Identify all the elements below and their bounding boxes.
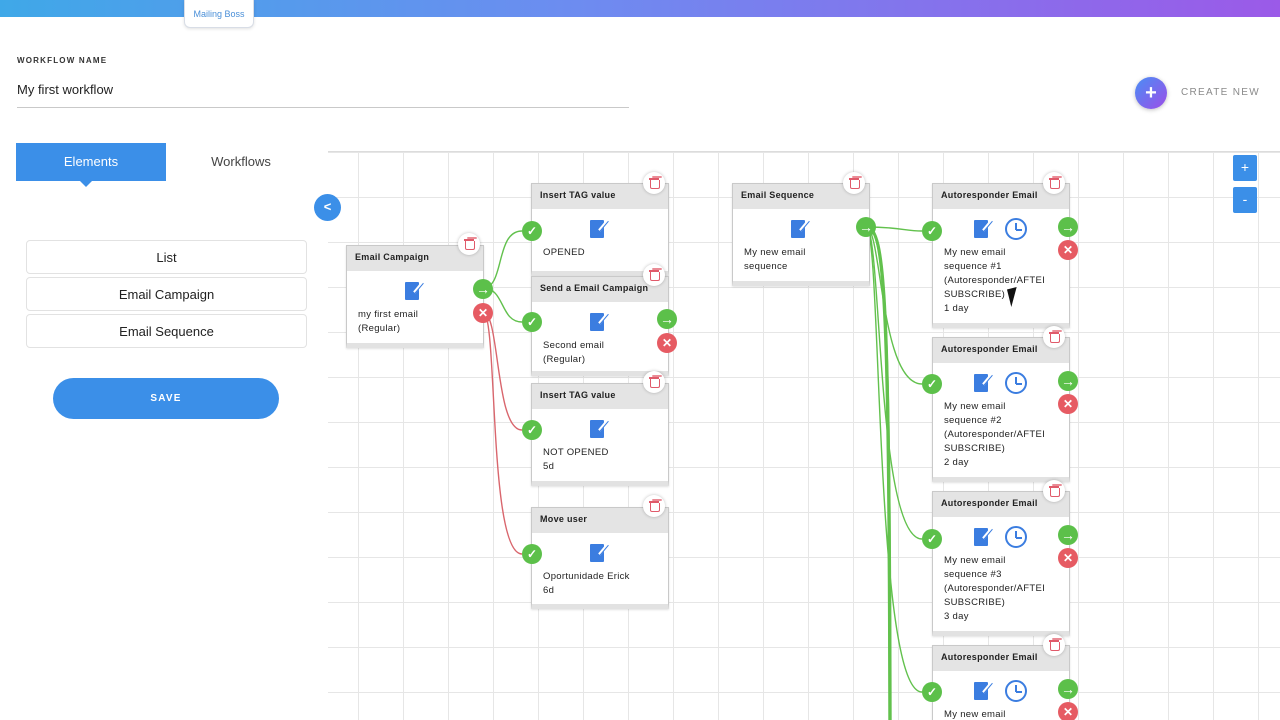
workflow-name-input[interactable]: My first workflow: [17, 82, 113, 97]
save-button[interactable]: SAVE: [53, 378, 279, 419]
node-text: Second email (Regular): [543, 340, 605, 365]
zoom-in-button[interactable]: +: [1233, 155, 1257, 181]
node-text: My new email: [944, 709, 1006, 720]
output-port[interactable]: [1058, 371, 1078, 391]
node-text: my first email (Regular): [358, 309, 419, 334]
trash-icon[interactable]: [458, 233, 480, 255]
reject-port[interactable]: [657, 333, 677, 353]
edit-icon[interactable]: [973, 372, 993, 394]
output-port[interactable]: [657, 309, 677, 329]
reject-port[interactable]: [1058, 702, 1078, 720]
workflow-editor: Mailing Boss WORKFLOW NAME My first work…: [0, 0, 1280, 720]
output-port[interactable]: [1058, 217, 1078, 237]
trash-icon[interactable]: [643, 371, 665, 393]
node-move-user[interactable]: Move user Oportunidade Erick 6d: [531, 507, 669, 609]
reject-port[interactable]: [1058, 548, 1078, 568]
brand-logo[interactable]: Mailing Boss: [184, 0, 254, 28]
output-port[interactable]: [473, 279, 493, 299]
edit-icon[interactable]: [973, 680, 993, 702]
logo-text: Mailing Boss: [193, 9, 245, 19]
edit-icon[interactable]: [589, 218, 609, 240]
node-text: Oportunidade Erick 6d: [543, 571, 630, 596]
input-port[interactable]: [922, 529, 942, 549]
element-email-sequence[interactable]: Email Sequence: [26, 314, 307, 348]
tab-elements[interactable]: Elements: [16, 143, 166, 187]
edit-icon[interactable]: [790, 218, 810, 240]
trash-icon[interactable]: [1043, 326, 1065, 348]
edit-icon[interactable]: [589, 418, 609, 440]
node-text: OPENED: [543, 247, 585, 258]
node-text: My new email sequence: [744, 247, 806, 272]
node-text: My new email sequence #2 (Autoresponder/…: [944, 401, 1046, 468]
tab-workflows[interactable]: Workflows: [166, 143, 316, 181]
workflow-name-label: WORKFLOW NAME: [17, 56, 108, 65]
node-insert-tag-opened[interactable]: Insert TAG value OPENED: [531, 183, 669, 276]
zoom-out-button[interactable]: -: [1233, 187, 1257, 213]
node-text: My new email sequence #1 (Autoresponder/…: [944, 247, 1046, 314]
edit-icon[interactable]: [404, 280, 424, 302]
trash-icon[interactable]: [1043, 480, 1065, 502]
trash-icon[interactable]: [843, 172, 865, 194]
trash-icon[interactable]: [1043, 172, 1065, 194]
clock-icon[interactable]: [1005, 680, 1027, 702]
create-new-label[interactable]: CREATE NEW: [1181, 87, 1260, 98]
node-autoresponder-2[interactable]: Autoresponder Email My new email sequenc…: [932, 337, 1070, 482]
node-autoresponder-1[interactable]: Autoresponder Email My new email sequenc…: [932, 183, 1070, 328]
input-port[interactable]: [522, 544, 542, 564]
input-port[interactable]: [522, 221, 542, 241]
input-port[interactable]: [922, 682, 942, 702]
trash-icon[interactable]: [1043, 634, 1065, 656]
node-insert-tag-not-opened[interactable]: Insert TAG value NOT OPENED 5d: [531, 383, 669, 486]
clock-icon[interactable]: [1005, 372, 1027, 394]
input-port[interactable]: [922, 221, 942, 241]
element-email-campaign[interactable]: Email Campaign: [26, 277, 307, 311]
output-port[interactable]: [856, 217, 876, 237]
reject-port[interactable]: [1058, 394, 1078, 414]
input-port[interactable]: [922, 374, 942, 394]
trash-icon[interactable]: [643, 495, 665, 517]
element-list[interactable]: List: [26, 240, 307, 274]
create-new-button[interactable]: +: [1135, 77, 1167, 109]
node-autoresponder-3[interactable]: Autoresponder Email My new email sequenc…: [932, 491, 1070, 636]
collapse-sidebar-button[interactable]: <: [314, 194, 341, 221]
trash-icon[interactable]: [643, 264, 665, 286]
node-text: My new email sequence #3 (Autoresponder/…: [944, 555, 1046, 622]
edit-icon[interactable]: [973, 526, 993, 548]
input-port[interactable]: [522, 420, 542, 440]
workflow-name-underline: [17, 107, 629, 108]
node-email-campaign[interactable]: Email Campaign my first email (Regular): [346, 245, 484, 348]
node-autoresponder-4[interactable]: Autoresponder Email My new email: [932, 645, 1070, 720]
node-send-email-campaign[interactable]: Send a Email Campaign Second email (Regu…: [531, 276, 669, 376]
input-port[interactable]: [522, 312, 542, 332]
edit-icon[interactable]: [589, 542, 609, 564]
output-port[interactable]: [1058, 679, 1078, 699]
reject-port[interactable]: [473, 303, 493, 323]
edit-icon[interactable]: [589, 311, 609, 333]
trash-icon[interactable]: [643, 172, 665, 194]
node-text: NOT OPENED 5d: [543, 447, 609, 472]
clock-icon[interactable]: [1005, 218, 1027, 240]
node-email-sequence[interactable]: Email Sequence My new email sequence: [732, 183, 870, 286]
reject-port[interactable]: [1058, 240, 1078, 260]
output-port[interactable]: [1058, 525, 1078, 545]
clock-icon[interactable]: [1005, 526, 1027, 548]
edit-icon[interactable]: [973, 218, 993, 240]
